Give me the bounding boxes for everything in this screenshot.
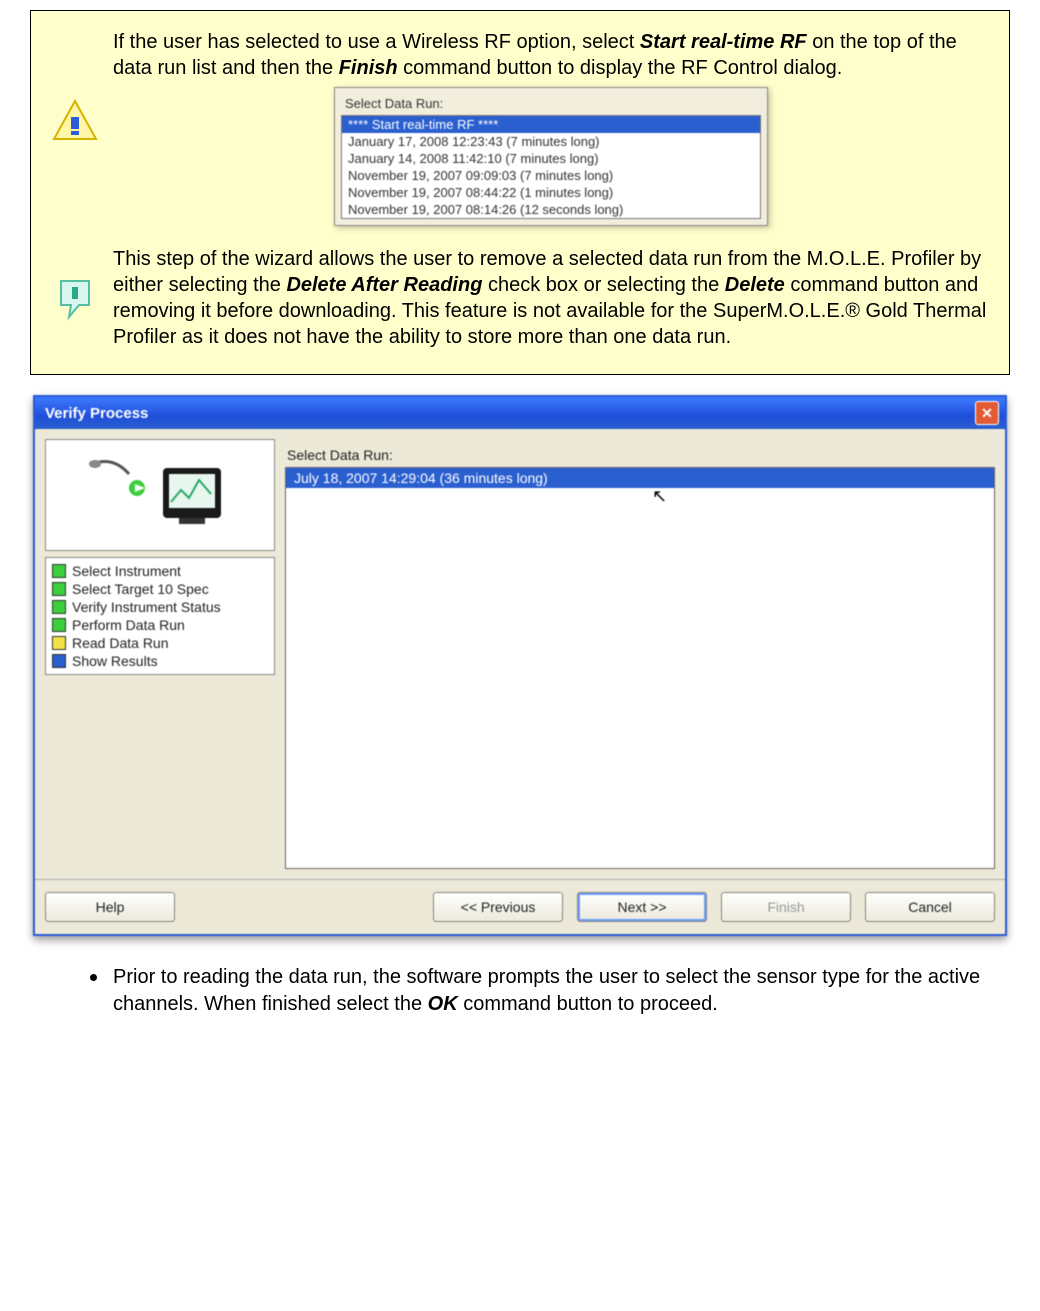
text: command button to display the RF Control… (398, 57, 843, 79)
note-row-rf: If the user has selected to use a Wirele… (51, 29, 989, 238)
help-button[interactable]: Help (45, 892, 175, 922)
post-dialog-bullet: Prior to reading the data run, the softw… (30, 964, 1010, 1018)
bullet-icon (90, 974, 97, 981)
bold-delete-after: Delete After Reading (286, 274, 482, 296)
step-label: Select Instrument (72, 563, 181, 579)
text: check box or selecting the (482, 274, 724, 296)
window-title: Verify Process (45, 405, 148, 422)
wizard-graphic (45, 439, 275, 551)
step-label: Verify Instrument Status (72, 599, 221, 615)
inset-select-data-run: Select Data Run: **** Start real-time RF… (113, 87, 989, 226)
bullet-text: Prior to reading the data run, the softw… (113, 964, 990, 1018)
text: If the user has selected to use a Wirele… (113, 31, 640, 53)
inset-item: January 17, 2008 12:23:43 (7 minutes lon… (342, 133, 760, 150)
next-button[interactable]: Next >> (577, 892, 707, 922)
data-run-listbox[interactable]: July 18, 2007 14:29:04 (36 minutes long)… (285, 467, 995, 869)
dialog-button-bar: Help << Previous Next >> Finish Cancel (35, 879, 1005, 934)
information-note-box: If the user has selected to use a Wirele… (30, 10, 1010, 375)
step-label: Perform Data Run (72, 617, 185, 633)
text: command button to proceed. (458, 993, 718, 1015)
step-label: Read Data Run (72, 635, 169, 651)
wizard-steps: Select Instrument Select Target 10 Spec … (45, 557, 275, 675)
inset-item: November 19, 2007 08:14:26 (12 seconds l… (342, 201, 760, 218)
bold-ok: OK (428, 993, 458, 1015)
cursor-icon: ↖ (652, 486, 667, 507)
step-label: Show Results (72, 653, 158, 669)
step-label: Select Target 10 Spec (72, 581, 209, 597)
step-status-icon (52, 600, 66, 614)
note-delete-text: This step of the wizard allows the user … (113, 246, 989, 350)
bold-finish: Finish (339, 57, 398, 79)
inset-item: November 19, 2007 08:44:22 (1 minutes lo… (342, 184, 760, 201)
step-status-icon (52, 582, 66, 596)
wizard-step: Show Results (52, 652, 268, 670)
step-status-icon (52, 618, 66, 632)
inset-item-selected: **** Start real-time RF **** (342, 116, 760, 133)
note-row-delete: This step of the wizard allows the user … (51, 246, 989, 350)
inset-label: Select Data Run: (345, 96, 761, 111)
wizard-step: Perform Data Run (52, 616, 268, 634)
wizard-step: Select Target 10 Spec (52, 580, 268, 598)
step-status-icon (52, 636, 66, 650)
step-status-icon (52, 564, 66, 578)
bold-start-rf: Start real-time RF (640, 31, 807, 53)
list-label: Select Data Run: (287, 447, 995, 463)
tip-icon (51, 275, 99, 321)
cancel-button[interactable]: Cancel (865, 892, 995, 922)
verify-process-dialog: Verify Process ✕ Select Instrument Selec… (33, 395, 1007, 936)
step-status-icon (52, 654, 66, 668)
wizard-step: Select Instrument (52, 562, 268, 580)
inset-list: **** Start real-time RF **** January 17,… (341, 115, 761, 219)
finish-button[interactable]: Finish (721, 892, 851, 922)
wizard-sidebar: Select Instrument Select Target 10 Spec … (45, 439, 275, 869)
note-rf-text: If the user has selected to use a Wirele… (113, 29, 989, 81)
list-item[interactable]: July 18, 2007 14:29:04 (36 minutes long) (286, 468, 994, 488)
close-button[interactable]: ✕ (975, 401, 999, 425)
inset-item: January 14, 2008 11:42:10 (7 minutes lon… (342, 150, 760, 167)
wizard-step: Verify Instrument Status (52, 598, 268, 616)
bold-delete: Delete (725, 274, 785, 296)
titlebar[interactable]: Verify Process ✕ (35, 397, 1005, 429)
wizard-step: Read Data Run (52, 634, 268, 652)
inset-item: November 19, 2007 09:09:03 (7 minutes lo… (342, 167, 760, 184)
previous-button[interactable]: << Previous (433, 892, 563, 922)
info-icon (51, 99, 99, 145)
